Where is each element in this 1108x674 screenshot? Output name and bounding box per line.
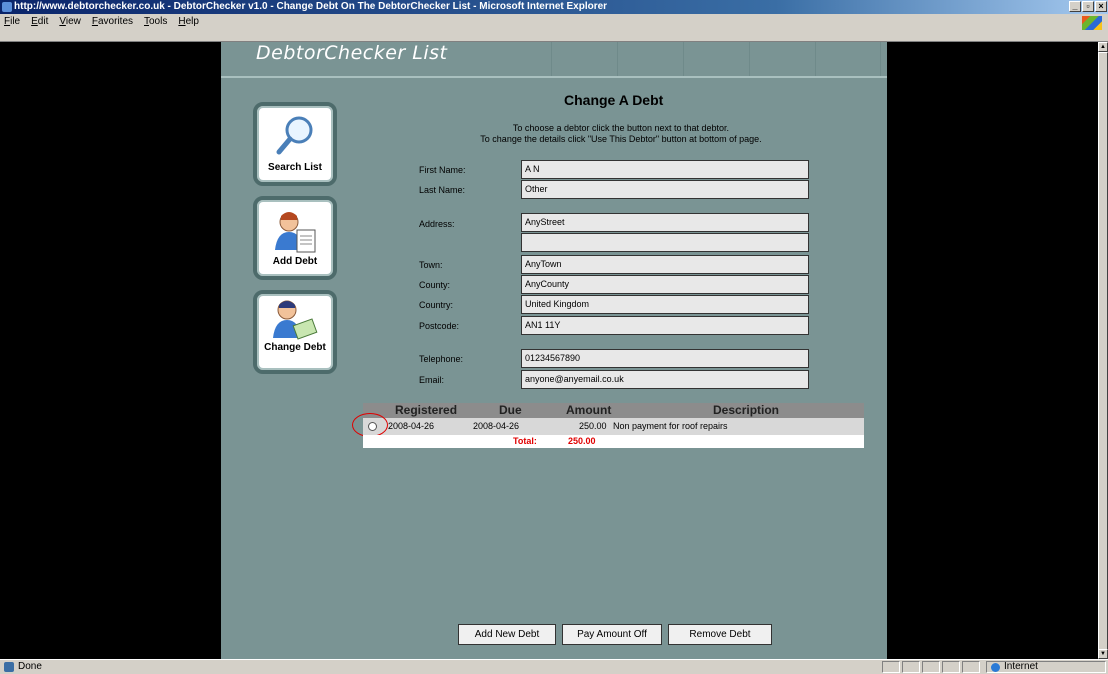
email-label: Email: <box>419 375 445 385</box>
last-name-field[interactable]: Other <box>521 180 809 199</box>
table-row[interactable]: 2008-04-26 2008-04-26 250.00 Non payment… <box>352 413 864 437</box>
last-name-label: Last Name: <box>419 185 466 195</box>
town-label: Town: <box>419 260 443 270</box>
row-due: 2008-04-26 <box>473 421 520 431</box>
total-label: Total: <box>513 436 537 446</box>
search-list-label: Search List <box>268 162 322 173</box>
magnifier-icon <box>276 116 313 155</box>
select-debt-radio[interactable] <box>368 422 377 431</box>
status-bar: Done Internet <box>0 659 1108 674</box>
instruction-line: To choose a debtor click the button next… <box>512 123 730 133</box>
table-total-row: Total: 250.00 <box>363 435 864 448</box>
scroll-down-arrow-icon[interactable]: ▼ <box>1098 649 1108 659</box>
menu-view[interactable]: View <box>59 16 81 27</box>
status-text: Done <box>4 660 42 674</box>
instruction-line: To change the details click "Use This De… <box>480 134 762 144</box>
window-title: http://www.debtorchecker.co.uk - DebtorC… <box>14 1 608 12</box>
status-done: Done <box>18 661 42 672</box>
menu-help[interactable]: Help <box>178 16 199 27</box>
add-new-debt-button[interactable]: Add New Debt <box>458 624 556 645</box>
instructions: To choose a debtor click the button next… <box>431 123 811 145</box>
town-field[interactable]: AnyTown <box>521 255 809 274</box>
ie-icon <box>2 2 12 12</box>
status-panel <box>922 661 940 673</box>
status-panel <box>942 661 960 673</box>
first-name-label: First Name: <box>419 165 466 175</box>
address-label: Address: <box>419 219 455 229</box>
person-money-icon <box>273 300 318 340</box>
menu-bar: File Edit View Favorites Tools Help <box>0 14 1108 42</box>
country-field[interactable]: United Kingdom <box>521 295 809 314</box>
title-bar: http://www.debtorchecker.co.uk - DebtorC… <box>0 0 1108 14</box>
menu-favorites[interactable]: Favorites <box>92 16 133 27</box>
close-button[interactable]: × <box>1095 1 1107 12</box>
col-due: Due <box>499 403 522 417</box>
postcode-field[interactable]: AN1 11Y <box>521 316 809 335</box>
col-registered: Registered <box>395 403 458 417</box>
header-cell <box>749 42 815 76</box>
status-panel <box>962 661 980 673</box>
status-panels <box>882 661 980 673</box>
telephone-field[interactable]: 01234567890 <box>521 349 809 368</box>
scroll-thumb[interactable] <box>1098 52 1108 652</box>
email-field[interactable]: anyone@anyemail.co.uk <box>521 370 809 389</box>
change-debt-button[interactable]: Change Debt <box>253 290 337 374</box>
header-cell <box>551 42 617 76</box>
vertical-scrollbar[interactable]: ▲ ▼ <box>1098 42 1108 659</box>
col-amount: Amount <box>566 403 612 417</box>
maximize-button[interactable]: ▫ <box>1082 1 1094 12</box>
web-page: DebtorChecker List Search List Add Debt … <box>221 42 887 659</box>
first-name-field[interactable]: A N <box>521 160 809 179</box>
total-value: 250.00 <box>568 436 596 446</box>
menu-edit[interactable]: Edit <box>31 16 48 27</box>
row-registered: 2008-04-26 <box>388 421 435 431</box>
globe-icon <box>991 662 1000 672</box>
telephone-label: Telephone: <box>419 354 464 364</box>
col-description: Description <box>713 403 780 417</box>
windows-logo-icon <box>1082 16 1102 30</box>
table-header: Registered Due Amount Description <box>363 403 864 418</box>
remove-debt-button[interactable]: Remove Debt <box>668 624 772 645</box>
minimize-button[interactable]: _ <box>1069 1 1081 12</box>
county-field[interactable]: AnyCounty <box>521 275 809 294</box>
debts-table: Registered Due Amount Description 2008-0… <box>352 403 864 448</box>
menu-tools[interactable]: Tools <box>144 16 167 27</box>
postcode-label: Postcode: <box>419 321 460 331</box>
status-panel <box>882 661 900 673</box>
address-field-1[interactable]: AnyStreet <box>521 213 809 232</box>
security-zone: Internet <box>986 661 1106 673</box>
add-debt-button[interactable]: Add Debt <box>253 196 337 280</box>
site-logo[interactable]: DebtorChecker List <box>256 42 447 64</box>
page-icon <box>4 662 14 672</box>
site-header: DebtorChecker List <box>221 42 887 78</box>
row-description: Non payment for roof repairs <box>613 421 728 431</box>
browser-window: http://www.debtorchecker.co.uk - DebtorC… <box>0 0 1108 674</box>
header-cell <box>683 42 749 76</box>
address-field-2[interactable] <box>521 233 809 252</box>
person-document-icon <box>275 212 316 253</box>
change-debt-label: Change Debt <box>264 342 326 353</box>
search-list-button[interactable]: Search List <box>253 102 337 186</box>
page-title: Change A Debt <box>564 92 664 108</box>
zone-label: Internet <box>1004 661 1038 672</box>
add-debt-label: Add Debt <box>272 256 318 267</box>
menu-file[interactable]: File <box>4 16 20 27</box>
header-cell <box>815 42 881 76</box>
row-amount: 250.00 <box>579 421 607 431</box>
country-label: Country: <box>419 300 454 310</box>
pay-amount-off-button[interactable]: Pay Amount Off <box>562 624 662 645</box>
scroll-up-arrow-icon[interactable]: ▲ <box>1098 42 1108 52</box>
status-panel <box>902 661 920 673</box>
county-label: County: <box>419 280 451 290</box>
header-cell <box>617 42 683 76</box>
